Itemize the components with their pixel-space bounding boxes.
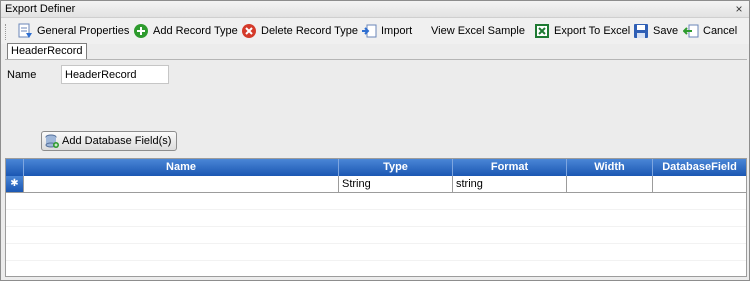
export-to-excel-button[interactable]: Export To Excel	[534, 22, 630, 40]
export-definer-window: Export Definer × General Properties Add …	[0, 0, 750, 281]
import-button[interactable]: Import	[361, 22, 412, 40]
cancel-label: Cancel	[703, 25, 738, 37]
toolbar-grip[interactable]	[5, 24, 9, 40]
cell-database-field[interactable]	[653, 176, 746, 192]
toolbar: General Properties Add Record Type Delet…	[1, 18, 749, 44]
title-bar: Export Definer ×	[1, 1, 749, 18]
exit-icon	[682, 23, 699, 39]
grid-empty-line	[6, 260, 746, 261]
add-database-fields-button[interactable]: Add Database Field(s)	[41, 131, 178, 151]
tab-header-record[interactable]: HeaderRecord	[7, 43, 87, 59]
import-label: Import	[381, 25, 413, 37]
column-header-name[interactable]: Name	[24, 159, 339, 176]
grid-corner	[6, 159, 24, 176]
general-properties-button[interactable]: General Properties	[17, 22, 129, 40]
add-record-type-button[interactable]: Add Record Type	[133, 22, 238, 40]
grid-empty-line	[6, 243, 746, 244]
grid-empty-line	[6, 209, 746, 210]
cell-format[interactable]: string	[453, 176, 567, 192]
new-row-indicator: ✱	[6, 176, 24, 192]
view-excel-sample-label: View Excel Sample	[431, 25, 525, 37]
cell-width[interactable]	[567, 176, 653, 192]
name-label: Name	[7, 69, 37, 81]
table-row[interactable]: ✱ String string	[6, 176, 746, 193]
close-button[interactable]: ×	[731, 2, 747, 16]
export-to-excel-label: Export To Excel	[554, 25, 631, 37]
cell-name[interactable]	[24, 176, 339, 192]
column-header-database-field[interactable]: DatabaseField	[653, 159, 746, 176]
general-properties-label: General Properties	[37, 25, 130, 37]
save-icon	[633, 23, 649, 39]
tab-divider	[5, 59, 747, 60]
delete-record-type-label: Delete Record Type	[261, 25, 359, 37]
save-button[interactable]: Save	[633, 22, 678, 40]
fields-grid: Name Type Format Width DatabaseField ✱ S…	[5, 158, 747, 277]
cell-type[interactable]: String	[339, 176, 453, 192]
add-database-fields-label: Add Database Field(s)	[62, 135, 172, 147]
grid-header: Name Type Format Width DatabaseField	[6, 159, 746, 176]
view-excel-sample-button[interactable]: View Excel Sample	[431, 22, 525, 40]
column-header-width[interactable]: Width	[567, 159, 653, 176]
add-icon	[133, 23, 149, 39]
delete-record-type-button[interactable]: Delete Record Type	[241, 22, 358, 40]
column-header-type[interactable]: Type	[339, 159, 453, 176]
record-type-tabs: HeaderRecord	[1, 43, 749, 59]
grid-empty-line	[6, 226, 746, 227]
document-properties-icon	[17, 23, 33, 39]
save-label: Save	[653, 25, 679, 37]
add-record-type-label: Add Record Type	[153, 25, 238, 37]
window-title: Export Definer	[5, 3, 76, 15]
delete-icon	[241, 23, 257, 39]
import-icon	[361, 23, 377, 39]
excel-icon	[534, 23, 550, 39]
database-add-icon	[45, 134, 59, 148]
cancel-button[interactable]: Cancel	[682, 22, 738, 40]
name-field[interactable]	[61, 65, 169, 84]
column-header-format[interactable]: Format	[453, 159, 567, 176]
